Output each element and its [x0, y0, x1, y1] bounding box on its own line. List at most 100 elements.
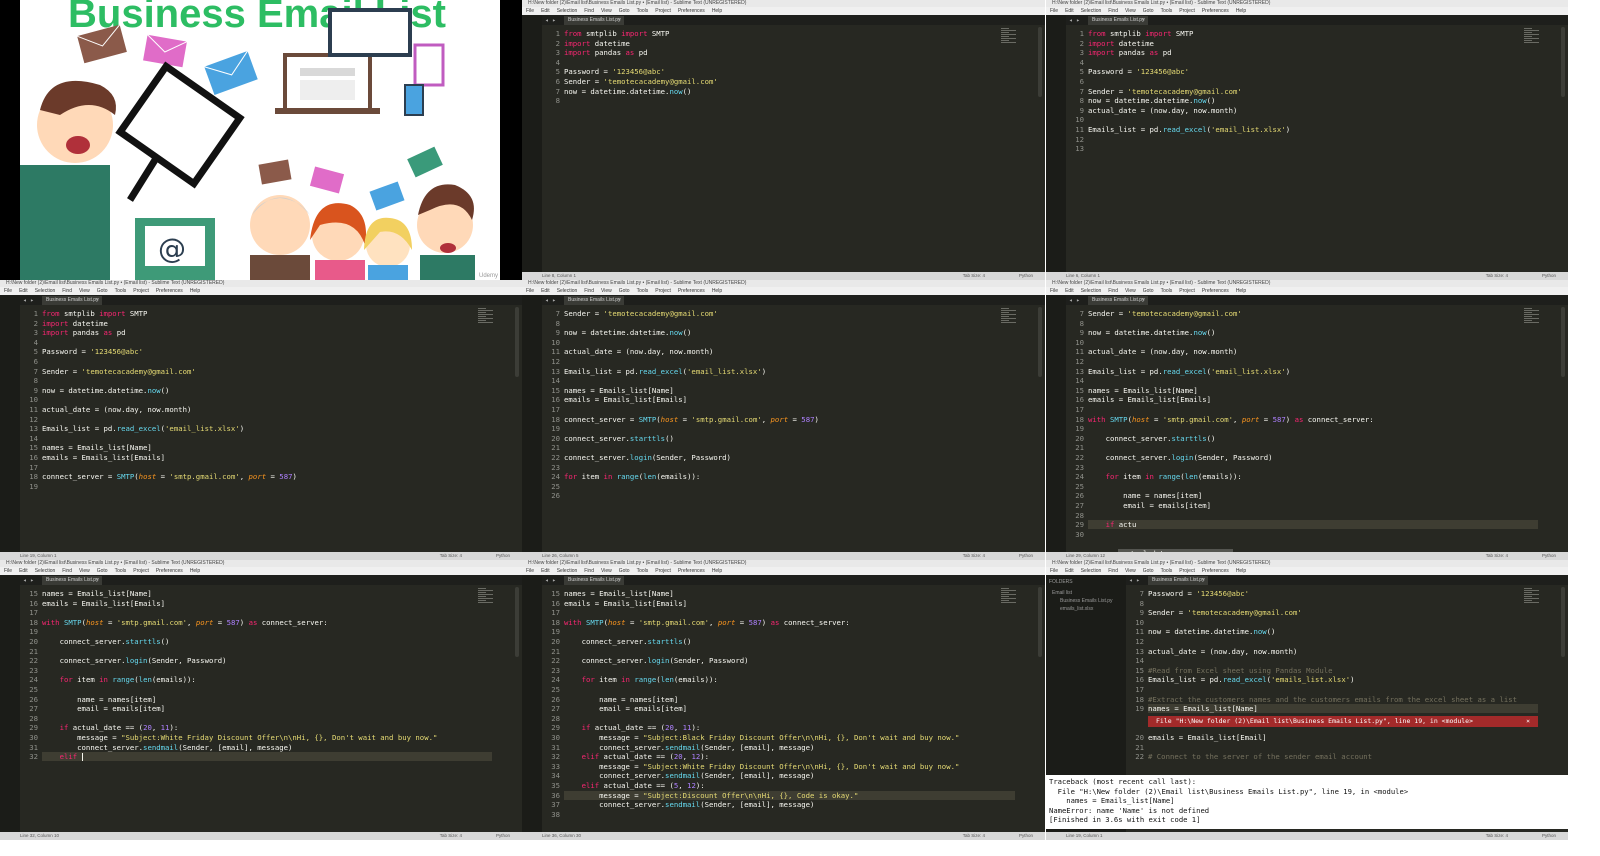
tab-business-emails-list[interactable]: Business Emails List.py ×	[564, 16, 624, 25]
menu-item-file[interactable]: File	[4, 568, 12, 574]
menu-item-preferences[interactable]: Preferences	[1202, 568, 1229, 574]
sidebar[interactable]: FOLDERS	[0, 295, 20, 552]
menu-item-view[interactable]: View	[1125, 288, 1136, 294]
code-line[interactable]: for item in range(len(emails)):	[1088, 472, 1242, 481]
code-line[interactable]: now = datetime.datetime.now()	[564, 87, 691, 96]
menu-item-tools[interactable]: Tools	[1161, 288, 1173, 294]
code-line[interactable]: Emails_list = pd.read_excel('email_list.…	[1088, 125, 1290, 134]
scrollbar[interactable]	[1561, 307, 1565, 377]
code-line[interactable]: Emails_list = pd.read_excel('email_list.…	[42, 424, 244, 433]
close-error-icon[interactable]: ×	[1526, 716, 1530, 727]
minimap[interactable]	[1524, 27, 1546, 47]
code-line[interactable]: import pandas as pd	[1088, 48, 1172, 57]
scrollbar[interactable]	[1038, 587, 1042, 657]
tab-size[interactable]: Tab Size: 4	[963, 272, 985, 280]
code-line[interactable]: names = Emails_list[Name]	[1088, 386, 1198, 395]
scrollbar[interactable]	[1561, 587, 1565, 657]
tab-nav-arrows-icon[interactable]: ◂ ▸	[1069, 16, 1080, 25]
menu-item-selection[interactable]: Selection	[35, 288, 56, 294]
code-line[interactable]: connect_server.login(Sender, Password)	[564, 656, 749, 665]
menu-item-file[interactable]: File	[1050, 568, 1058, 574]
tab-nav-arrows-icon[interactable]: ◂ ▸	[1129, 576, 1140, 585]
scrollbar[interactable]	[1038, 307, 1042, 377]
menu-item-tools[interactable]: Tools	[1161, 568, 1173, 574]
syntax-mode[interactable]: Python	[1019, 552, 1033, 560]
menu-item-find[interactable]: Find	[62, 568, 72, 574]
menu-item-file[interactable]: File	[1050, 288, 1058, 294]
code-line[interactable]: name = names[item]	[564, 695, 678, 704]
close-tab-icon[interactable]: ×	[96, 576, 99, 585]
code-line[interactable]: Emails_list = pd.read_excel('email_list.…	[564, 367, 766, 376]
menu-item-help[interactable]: Help	[190, 288, 200, 294]
code-editor[interactable]: 1 from smtplib import SMTP 2 import datetim…	[542, 25, 1045, 272]
code-editor[interactable]: 7 Sender = 'temotecacademy@gmail.com' 8 9 no…	[542, 305, 1045, 552]
menu-item-tools[interactable]: Tools	[637, 568, 649, 574]
menu-item-preferences[interactable]: Preferences	[1202, 288, 1229, 294]
code-line[interactable]: Sender = 'temotecacademy@gmail.com'	[42, 367, 196, 376]
minimap[interactable]	[1001, 27, 1023, 47]
minimap[interactable]	[1524, 307, 1546, 327]
menu-item-find[interactable]: Find	[584, 8, 594, 14]
menu-item-goto[interactable]: Goto	[619, 288, 630, 294]
code-line[interactable]: #Extract the customers names and the cus…	[1148, 695, 1517, 704]
menu-item-tools[interactable]: Tools	[115, 568, 127, 574]
minimap[interactable]	[1524, 587, 1546, 607]
code-line[interactable]: Password = '123456@abc'	[564, 67, 665, 76]
code-line[interactable]: Password = '123456@abc'	[1148, 589, 1249, 598]
menu-item-preferences[interactable]: Preferences	[678, 568, 705, 574]
menu-item-project[interactable]: Project	[1179, 288, 1195, 294]
code-line[interactable]: now = datetime.datetime.now()	[1148, 627, 1275, 636]
sidebar[interactable]: FOLDERS	[522, 575, 542, 832]
tab-business-emails-list[interactable]: Business Emails List.py ×	[564, 576, 624, 585]
syntax-mode[interactable]: Python	[496, 552, 510, 560]
menu-item-goto[interactable]: Goto	[1143, 568, 1154, 574]
tab-business-emails-list[interactable]: Business Emails List.py ×	[1088, 16, 1148, 25]
menu-item-view[interactable]: View	[1125, 568, 1136, 574]
menu-item-selection[interactable]: Selection	[35, 568, 56, 574]
menu-item-view[interactable]: View	[601, 8, 612, 14]
menu-item-tools[interactable]: Tools	[1161, 8, 1173, 14]
menu-item-help[interactable]: Help	[1236, 288, 1246, 294]
menu-item-edit[interactable]: Edit	[19, 288, 28, 294]
code-line[interactable]: elif actual_date == (5, 12):	[564, 781, 705, 790]
syntax-mode[interactable]: Python	[1542, 832, 1556, 840]
code-line[interactable]: name = names[item]	[1088, 491, 1202, 500]
code-line[interactable]: Sender = 'temotecacademy@gmail.com'	[564, 77, 718, 86]
code-editor[interactable]: 15 names = Emails_list[Name] 16 emails = Em…	[20, 585, 522, 832]
code-line[interactable]: names = Emails_list[Name]	[564, 589, 674, 598]
code-line[interactable]: import pandas as pd	[564, 48, 648, 57]
scrollbar[interactable]	[515, 307, 519, 377]
menu-item-edit[interactable]: Edit	[541, 8, 550, 14]
menu-item-preferences[interactable]: Preferences	[156, 568, 183, 574]
menu-item-edit[interactable]: Edit	[1065, 288, 1074, 294]
sidebar[interactable]: FOLDERS	[522, 295, 542, 552]
code-line[interactable]: email = emails[item]	[42, 704, 165, 713]
menu-item-preferences[interactable]: Preferences	[678, 288, 705, 294]
code-line[interactable]: emails = Emails_list[Emails]	[1088, 395, 1211, 404]
menu-item-preferences[interactable]: Preferences	[678, 8, 705, 14]
code-editor[interactable]: 15 names = Emails_list[Name] 16 emails = Em…	[542, 585, 1045, 832]
code-line[interactable]: with SMTP(host = 'smtp.gmail.com', port …	[1088, 415, 1374, 424]
menu-item-file[interactable]: File	[526, 8, 534, 14]
menu-item-find[interactable]: Find	[62, 288, 72, 294]
code-line[interactable]: names = Emails_list[Name]	[1148, 704, 1538, 714]
code-line[interactable]: actual_date = (now.day, now.month)	[1148, 647, 1297, 656]
menu-item-selection[interactable]: Selection	[557, 288, 578, 294]
menu-item-goto[interactable]: Goto	[1143, 8, 1154, 14]
code-line[interactable]: if actual_date == (20, 11):	[42, 723, 179, 732]
code-line[interactable]: for item in range(len(emails)):	[42, 675, 196, 684]
minimap[interactable]	[478, 587, 500, 607]
code-line[interactable]: names = Emails_list[Name]	[42, 443, 152, 452]
menu-item-edit[interactable]: Edit	[1065, 568, 1074, 574]
menu-item-find[interactable]: Find	[584, 568, 594, 574]
code-line[interactable]: actual_date = (now.day, now.month)	[1088, 347, 1237, 356]
code-line[interactable]: from smtplib import SMTP	[42, 309, 147, 318]
tab-nav-arrows-icon[interactable]: ◂ ▸	[545, 16, 556, 25]
code-line[interactable]: email = emails[item]	[564, 704, 687, 713]
menu-item-selection[interactable]: Selection	[557, 8, 578, 14]
tab-size[interactable]: Tab Size: 4	[963, 832, 985, 840]
file-item[interactable]: emails_list.xlsx	[1046, 605, 1126, 613]
menu-item-edit[interactable]: Edit	[541, 568, 550, 574]
code-line[interactable]: connect_server.sendmail(Sender, [email],…	[564, 800, 814, 809]
syntax-mode[interactable]: Python	[1542, 552, 1556, 560]
